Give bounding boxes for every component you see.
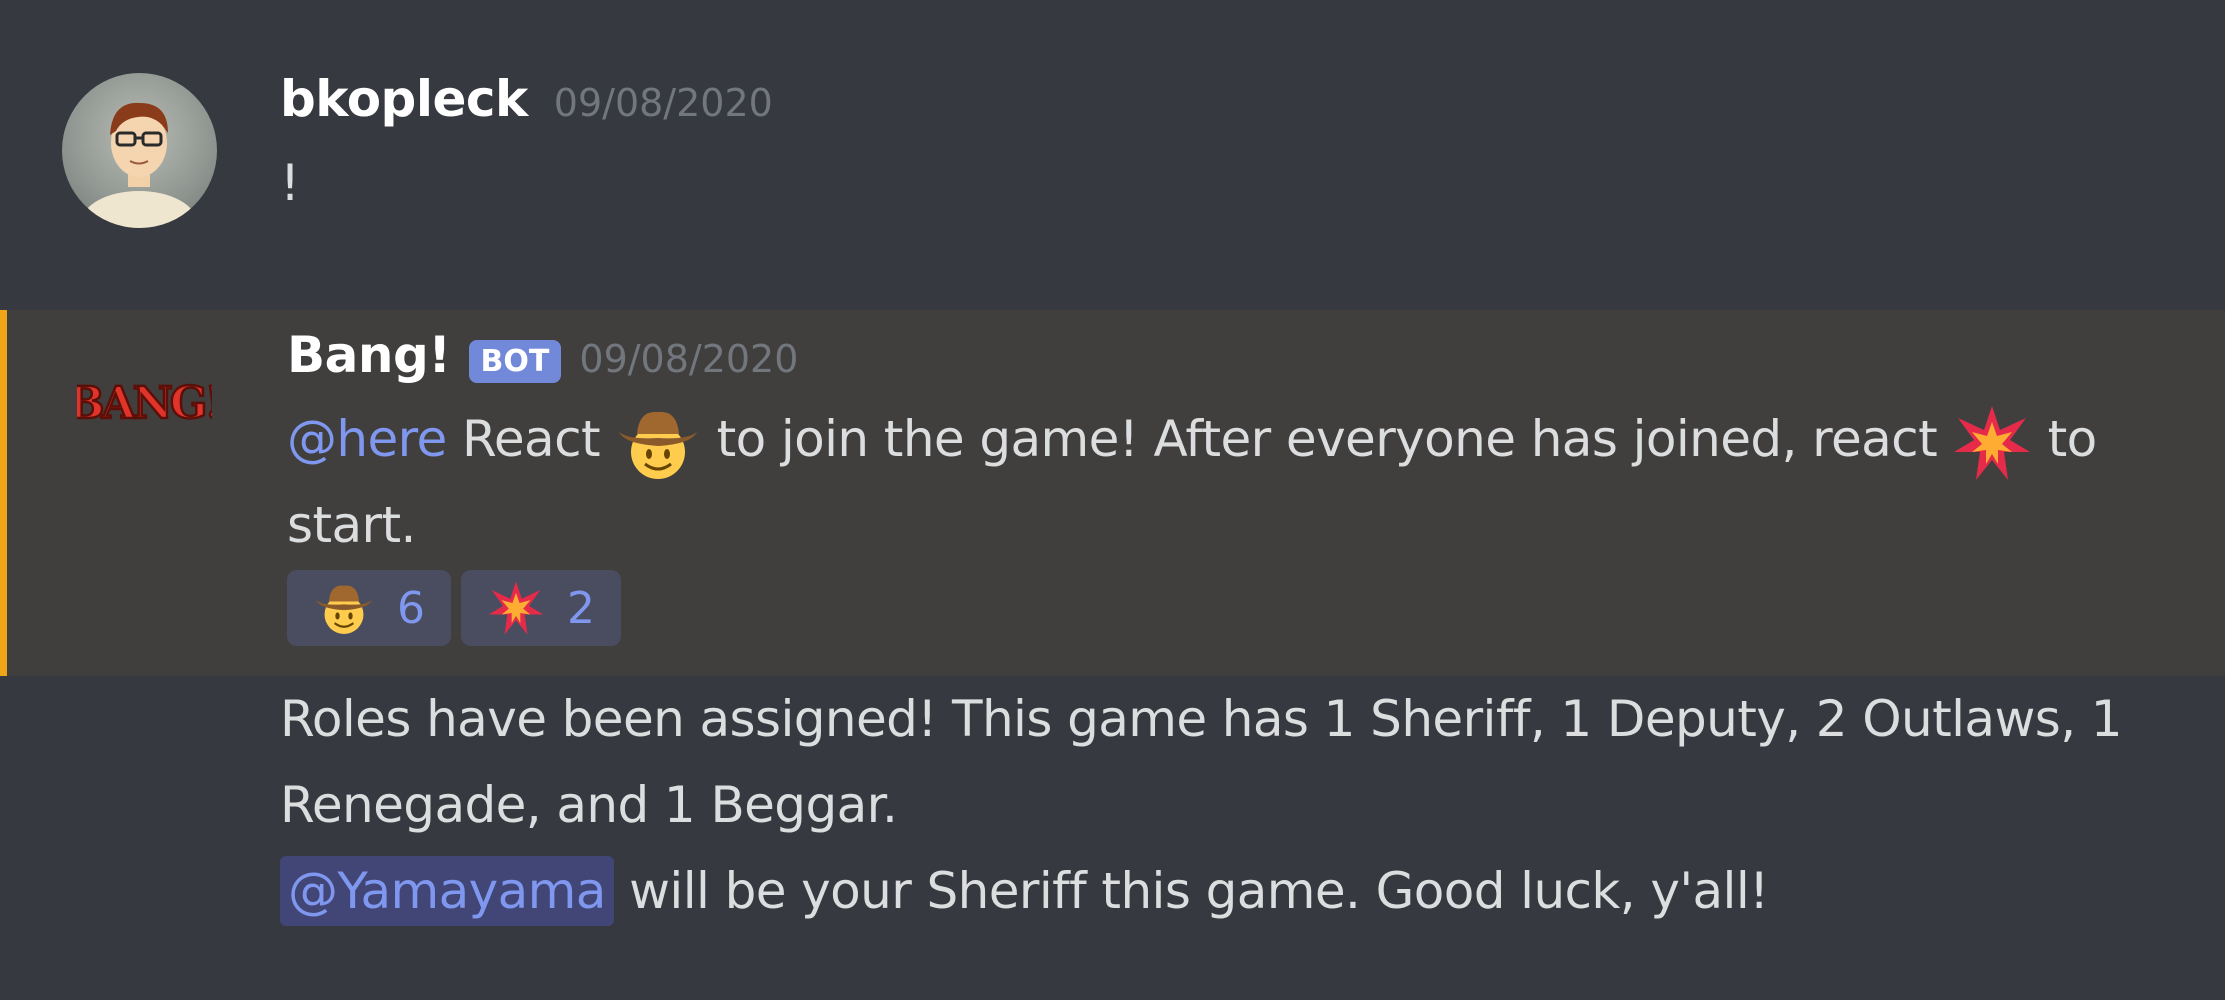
cowboy-hat-face-icon: [615, 404, 701, 482]
avatar[interactable]: [62, 73, 217, 228]
message-bang-bot-continued: Roles have been assigned! This game has …: [0, 676, 2225, 1000]
message-bkopleck: bkopleck 09/08/2020 !: [0, 0, 2225, 310]
reaction-count: 6: [397, 582, 425, 634]
username[interactable]: bkopleck: [280, 70, 528, 128]
message-bang-bot: BANG! Bang! BOT 09/08/2020 @here React t…: [0, 310, 2225, 676]
reaction-count: 2: [567, 582, 595, 634]
reaction-cowboy[interactable]: 6: [287, 570, 451, 646]
bang-logo-text: BANG!: [77, 378, 212, 429]
reactions: 6 2: [287, 570, 2165, 646]
message-body: Bang! BOT 09/08/2020 @here React to join…: [287, 326, 2165, 646]
here-mention[interactable]: @here: [287, 410, 447, 468]
timestamp[interactable]: 09/08/2020: [554, 81, 773, 125]
user-mention[interactable]: @Yamayama: [280, 856, 614, 926]
text-segment: to join the game! After everyone has joi…: [716, 410, 1938, 468]
message-body: Roles have been assigned! This game has …: [280, 676, 2165, 934]
bang-logo[interactable]: BANG!: [66, 360, 225, 440]
chat-messages: bkopleck 09/08/2020 ! BANG! Bang! BOT 09…: [0, 0, 2225, 1000]
message-text: Roles have been assigned! This game has …: [280, 676, 2165, 934]
cowboy-hat-face-icon: [313, 579, 375, 637]
text-line: Renegade, and 1 Beggar.: [280, 776, 898, 834]
text-segment: React: [461, 410, 601, 468]
message-text: !: [280, 154, 300, 212]
text-line: will be your Sheriff this game. Good luc…: [629, 862, 1769, 920]
text-segment: start.: [287, 496, 416, 554]
message-body: bkopleck 09/08/2020 !: [280, 70, 2165, 226]
bot-badge: BOT: [468, 339, 562, 383]
message-text: @here React to join the game! After ever…: [287, 396, 2165, 568]
text-line: Roles have been assigned! This game has …: [280, 690, 2123, 748]
collision-icon: [1952, 404, 2032, 482]
username[interactable]: Bang!: [287, 326, 451, 384]
collision-icon: [487, 580, 545, 636]
reaction-collision[interactable]: 2: [461, 570, 621, 646]
timestamp[interactable]: 09/08/2020: [579, 337, 798, 381]
text-segment: to: [2047, 410, 2098, 468]
